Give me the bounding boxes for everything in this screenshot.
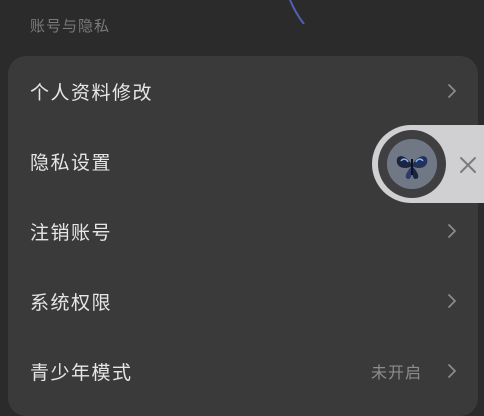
settings-row-label: 注销账号 [30, 221, 113, 244]
butterfly-icon [387, 139, 437, 189]
settings-row-system-permissions[interactable]: 系统权限 [8, 266, 478, 336]
settings-row-label: 系统权限 [30, 291, 113, 314]
settings-row-profile-edit[interactable]: 个人资料修改 [8, 56, 478, 126]
settings-row-cancel-account[interactable]: 注销账号 [8, 196, 478, 266]
settings-row-label: 隐私设置 [30, 151, 113, 174]
decorative-streak [289, 0, 305, 24]
close-icon[interactable] [456, 153, 480, 177]
teen-mode-status: 未开启 [370, 363, 422, 382]
chevron-right-icon [448, 84, 456, 98]
chevron-right-icon [448, 224, 456, 238]
chevron-right-icon [448, 294, 456, 308]
settings-row-teen-mode[interactable]: 青少年模式 未开启 [8, 336, 478, 406]
chevron-right-icon [448, 364, 456, 378]
settings-row-label: 个人资料修改 [30, 81, 154, 104]
butterfly-avatar-icon[interactable] [387, 139, 437, 189]
settings-card: 个人资料修改 隐私设置 注销账号 系统权限 青少年模式 未开启 [8, 56, 478, 416]
settings-row-label: 青少年模式 [30, 361, 133, 384]
section-title: 账号与隐私 [30, 17, 111, 35]
